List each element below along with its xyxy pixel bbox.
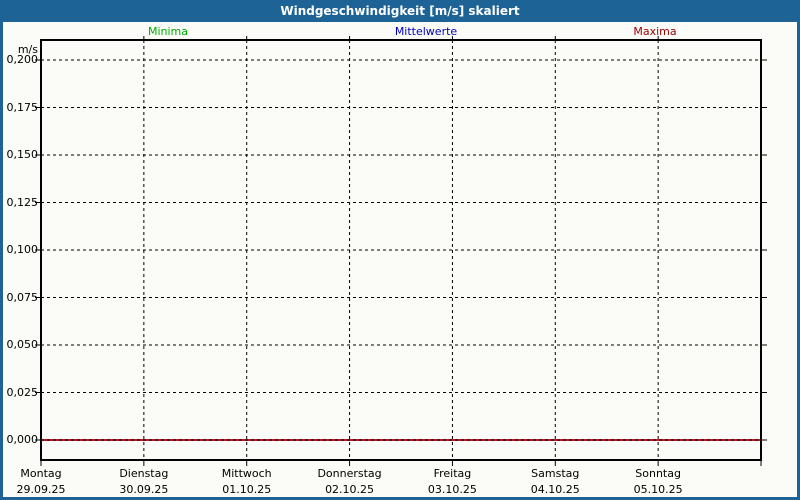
y-tick-label: 0,150 — [6, 148, 39, 161]
x-date-label: 01.10.25 — [222, 483, 272, 496]
x-day-label: Donnerstag — [317, 467, 382, 480]
x-date-label: 05.10.25 — [633, 483, 683, 496]
y-axis-unit-label: m/s — [17, 43, 38, 56]
y-tick-label: 0,100 — [6, 243, 39, 256]
y-tick-label: 0,075 — [6, 290, 39, 304]
x-day-label: Freitag — [433, 467, 472, 480]
axis-labels: 0,200 0,175 0,150 0,125 0,100 0,075 0,050 0,025… — [0, 0, 800, 500]
x-day-label: Dienstag — [119, 467, 169, 480]
x-date-label: 03.10.25 — [427, 483, 477, 496]
x-day-label: Samstag — [531, 467, 580, 480]
x-day-label: Mittwoch — [221, 467, 272, 480]
y-tick-label: 0,000 — [6, 433, 39, 446]
y-tick-label: 0,125 — [6, 195, 39, 209]
x-date-label: 30.09.25 — [119, 483, 169, 496]
chart-window: Windgeschwindigkeit [m/s] skaliert Minim… — [0, 0, 800, 500]
y-tick-label: 0,050 — [6, 338, 39, 351]
x-day-label: Montag — [20, 467, 62, 480]
y-tick-label: 0,175 — [6, 100, 39, 114]
x-day-label: Sonntag — [635, 467, 681, 480]
x-date-label: 04.10.25 — [530, 483, 580, 496]
x-date-label: 29.09.25 — [16, 483, 66, 496]
y-tick-label: 0,025 — [6, 385, 39, 399]
x-date-label: 02.10.25 — [325, 483, 375, 496]
